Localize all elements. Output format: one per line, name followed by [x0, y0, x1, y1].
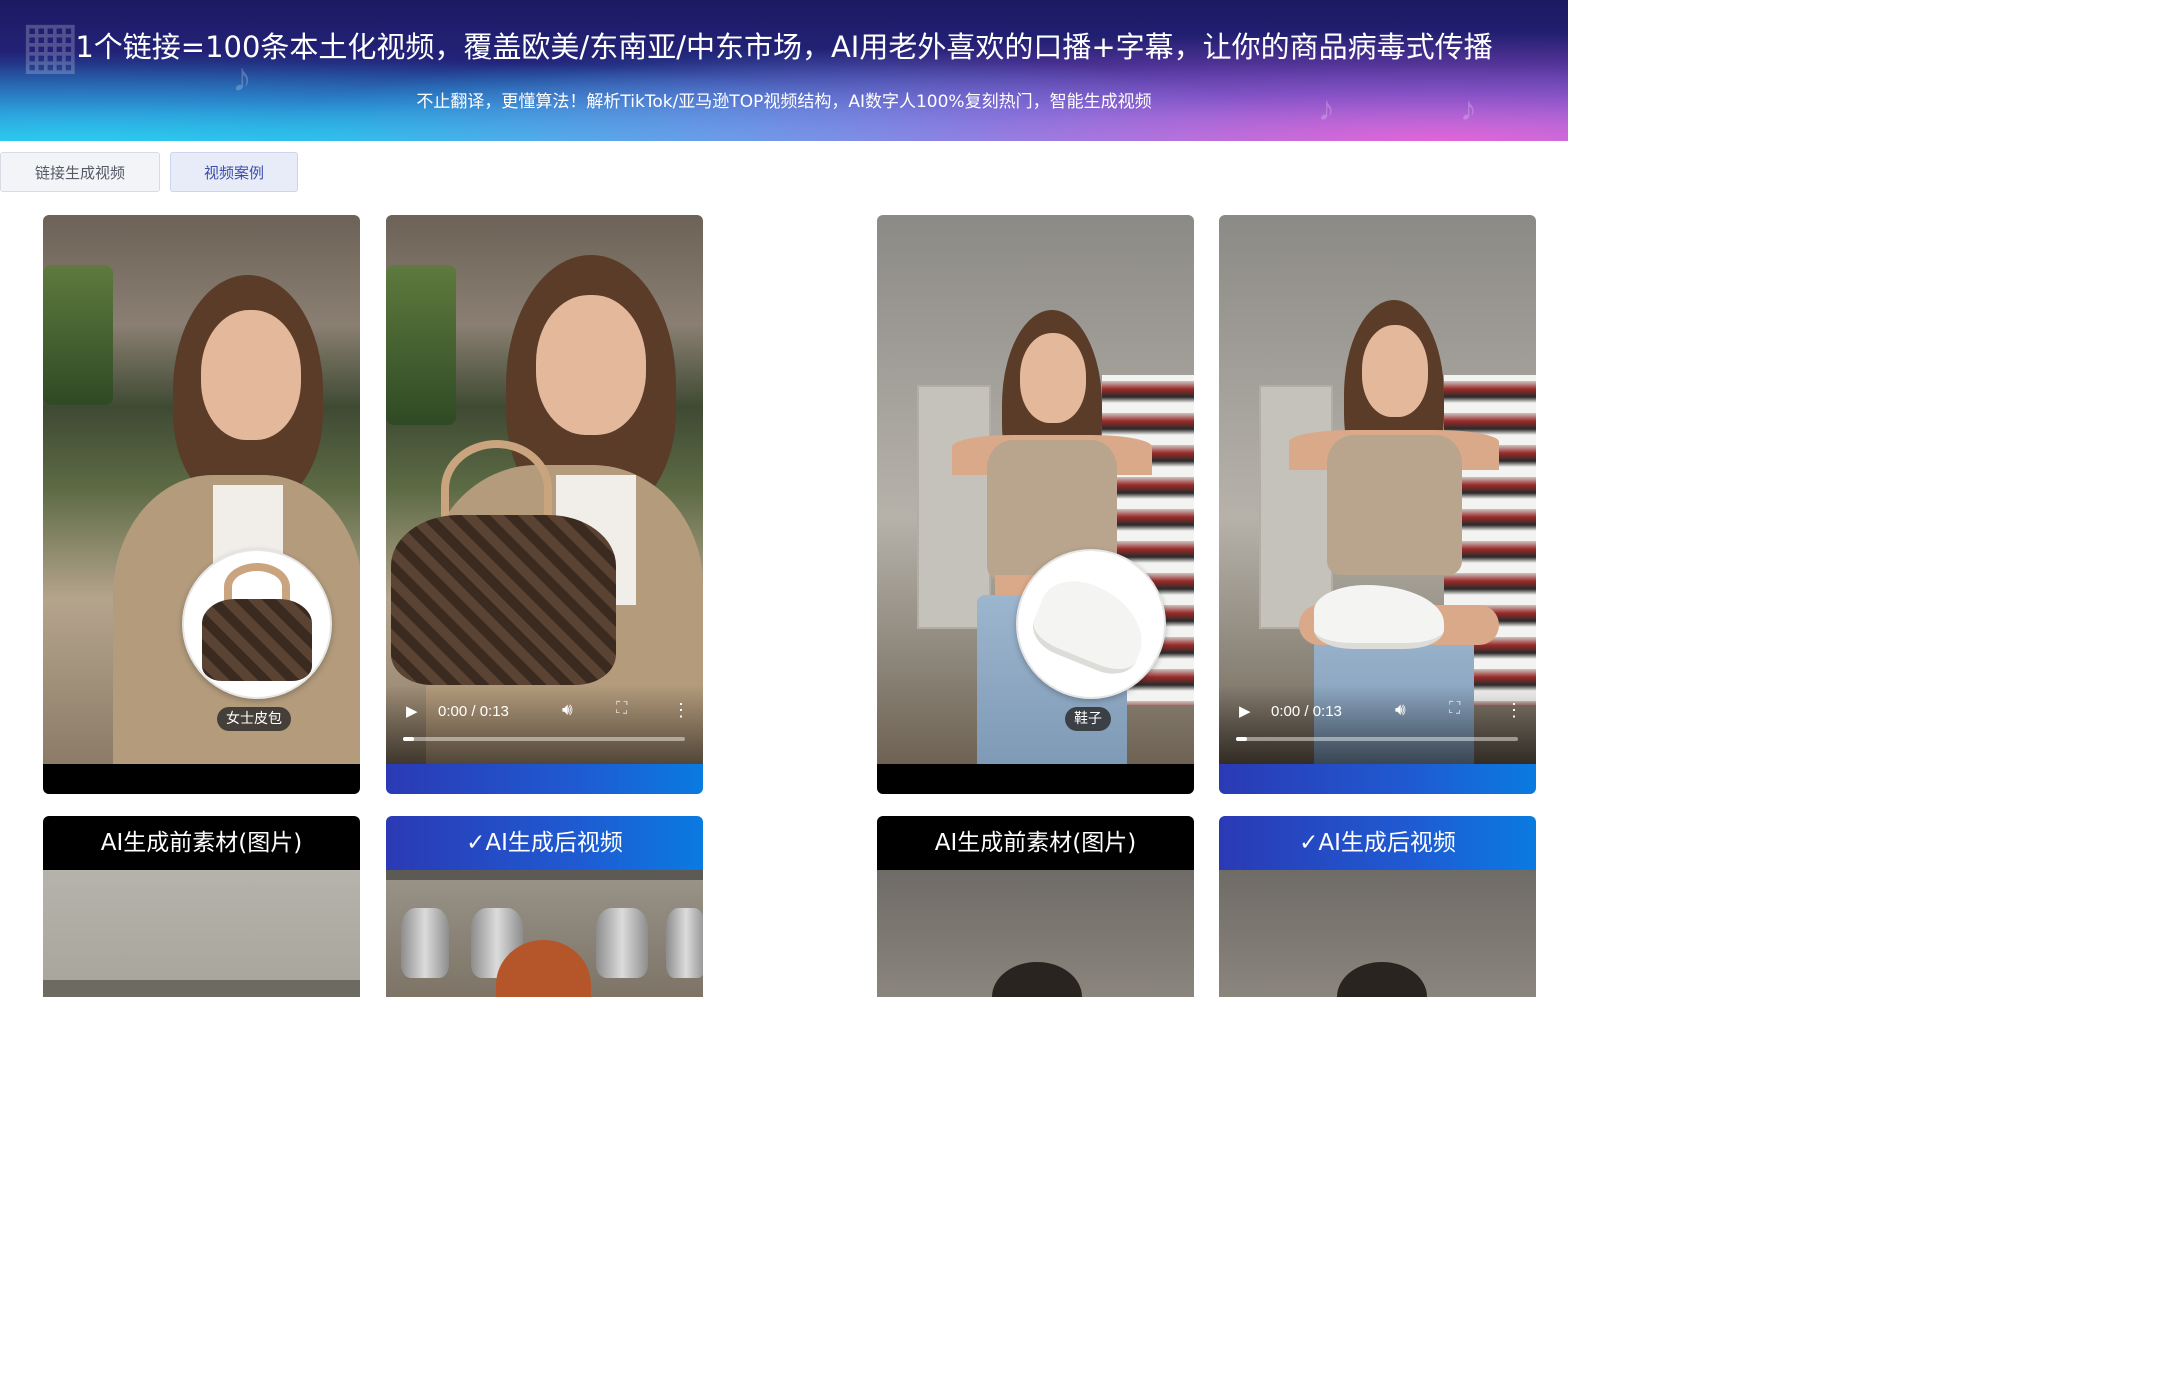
- product-label: 女士皮包: [217, 707, 291, 731]
- kettle: [596, 908, 648, 978]
- video-progress-fill: [403, 737, 415, 741]
- video-progress-bar[interactable]: [403, 737, 685, 741]
- door: [1259, 385, 1333, 629]
- before-header: AI生成前素材(图片): [43, 816, 360, 870]
- source-image: [43, 870, 360, 997]
- fullscreen-icon[interactable]: ⛶: [1449, 700, 1460, 718]
- kettle: [401, 908, 449, 978]
- case-shoes-generated-video-card[interactable]: ▶ 0:00 / 0:13 🔊︎ ⛶ ⋮: [1219, 215, 1536, 794]
- product-label: 鞋子: [1065, 707, 1111, 731]
- sneaker: [1314, 585, 1444, 649]
- video-progress-fill: [1236, 737, 1248, 741]
- case-3-generated-video-card[interactable]: ✓AI生成后视频: [386, 816, 703, 997]
- car-window: [43, 265, 113, 405]
- before-header: AI生成前素材(图片): [877, 816, 1194, 870]
- generated-video[interactable]: [1219, 870, 1536, 997]
- after-header: ✓AI生成后视频: [386, 816, 703, 870]
- more-vertical-icon[interactable]: ⋮: [1505, 700, 1523, 721]
- tab-link-to-video[interactable]: 链接生成视频: [0, 152, 160, 192]
- video-time: 0:00 / 0:13: [438, 703, 509, 720]
- hero-banner: ♪ ♪ ♪ ▦ 1个链接=100条本土化视频，覆盖欧美/东南亚/中东市场，AI用…: [0, 0, 1568, 141]
- handbag: [391, 515, 616, 685]
- case-bag-generated-video-card[interactable]: ▶ 0:00 / 0:13 🔊︎ ⛶ ⋮: [386, 215, 703, 794]
- kettle: [666, 908, 703, 978]
- source-image: [877, 870, 1194, 997]
- volume-icon[interactable]: 🔊︎: [1395, 700, 1406, 720]
- presenter-hair: [1337, 962, 1427, 997]
- source-image: 鞋子: [877, 215, 1194, 764]
- car-window: [386, 265, 456, 425]
- banner-title: 1个链接=100条本土化视频，覆盖欧美/东南亚/中东市场，AI用老外喜欢的口播+…: [75, 30, 1493, 64]
- volume-icon[interactable]: 🔊︎: [562, 700, 573, 720]
- banner-subtitle: 不止翻译，更懂算法！解析TikTok/亚马逊TOP视频结构，AI数字人100%复…: [416, 92, 1152, 112]
- video-controls: ▶ 0:00 / 0:13 🔊︎ ⛶ ⋮: [1219, 685, 1536, 764]
- generated-video[interactable]: ▶ 0:00 / 0:13 🔊︎ ⛶ ⋮: [386, 215, 703, 764]
- case-shoes-source-image-card: 鞋子: [877, 215, 1194, 794]
- case-4-generated-video-card[interactable]: ✓AI生成后视频: [1219, 816, 1536, 997]
- door: [917, 385, 991, 629]
- video-progress-bar[interactable]: [1236, 737, 1518, 741]
- more-vertical-icon[interactable]: ⋮: [672, 700, 690, 721]
- play-icon[interactable]: ▶: [1239, 702, 1251, 720]
- video-time: 0:00 / 0:13: [1271, 703, 1342, 720]
- tab-video-cases[interactable]: 视频案例: [170, 152, 298, 192]
- source-image: 女士皮包: [43, 215, 360, 764]
- product-thumbnail: [1016, 549, 1166, 699]
- video-controls: ▶ 0:00 / 0:13 🔊︎ ⛶ ⋮: [386, 685, 703, 764]
- case-3-source-image-card: AI生成前素材(图片): [43, 816, 360, 997]
- fullscreen-icon[interactable]: ⛶: [616, 700, 627, 718]
- presenter-hair: [992, 962, 1082, 997]
- generated-video[interactable]: ▶ 0:00 / 0:13 🔊︎ ⛶ ⋮: [1219, 215, 1536, 764]
- product-thumbnail: [182, 549, 332, 699]
- generated-video[interactable]: [386, 870, 703, 997]
- case-4-source-image-card: AI生成前素材(图片): [877, 816, 1194, 997]
- case-bag-source-image-card: 女士皮包: [43, 215, 360, 794]
- after-header: ✓AI生成后视频: [1219, 816, 1536, 870]
- play-icon[interactable]: ▶: [406, 702, 418, 720]
